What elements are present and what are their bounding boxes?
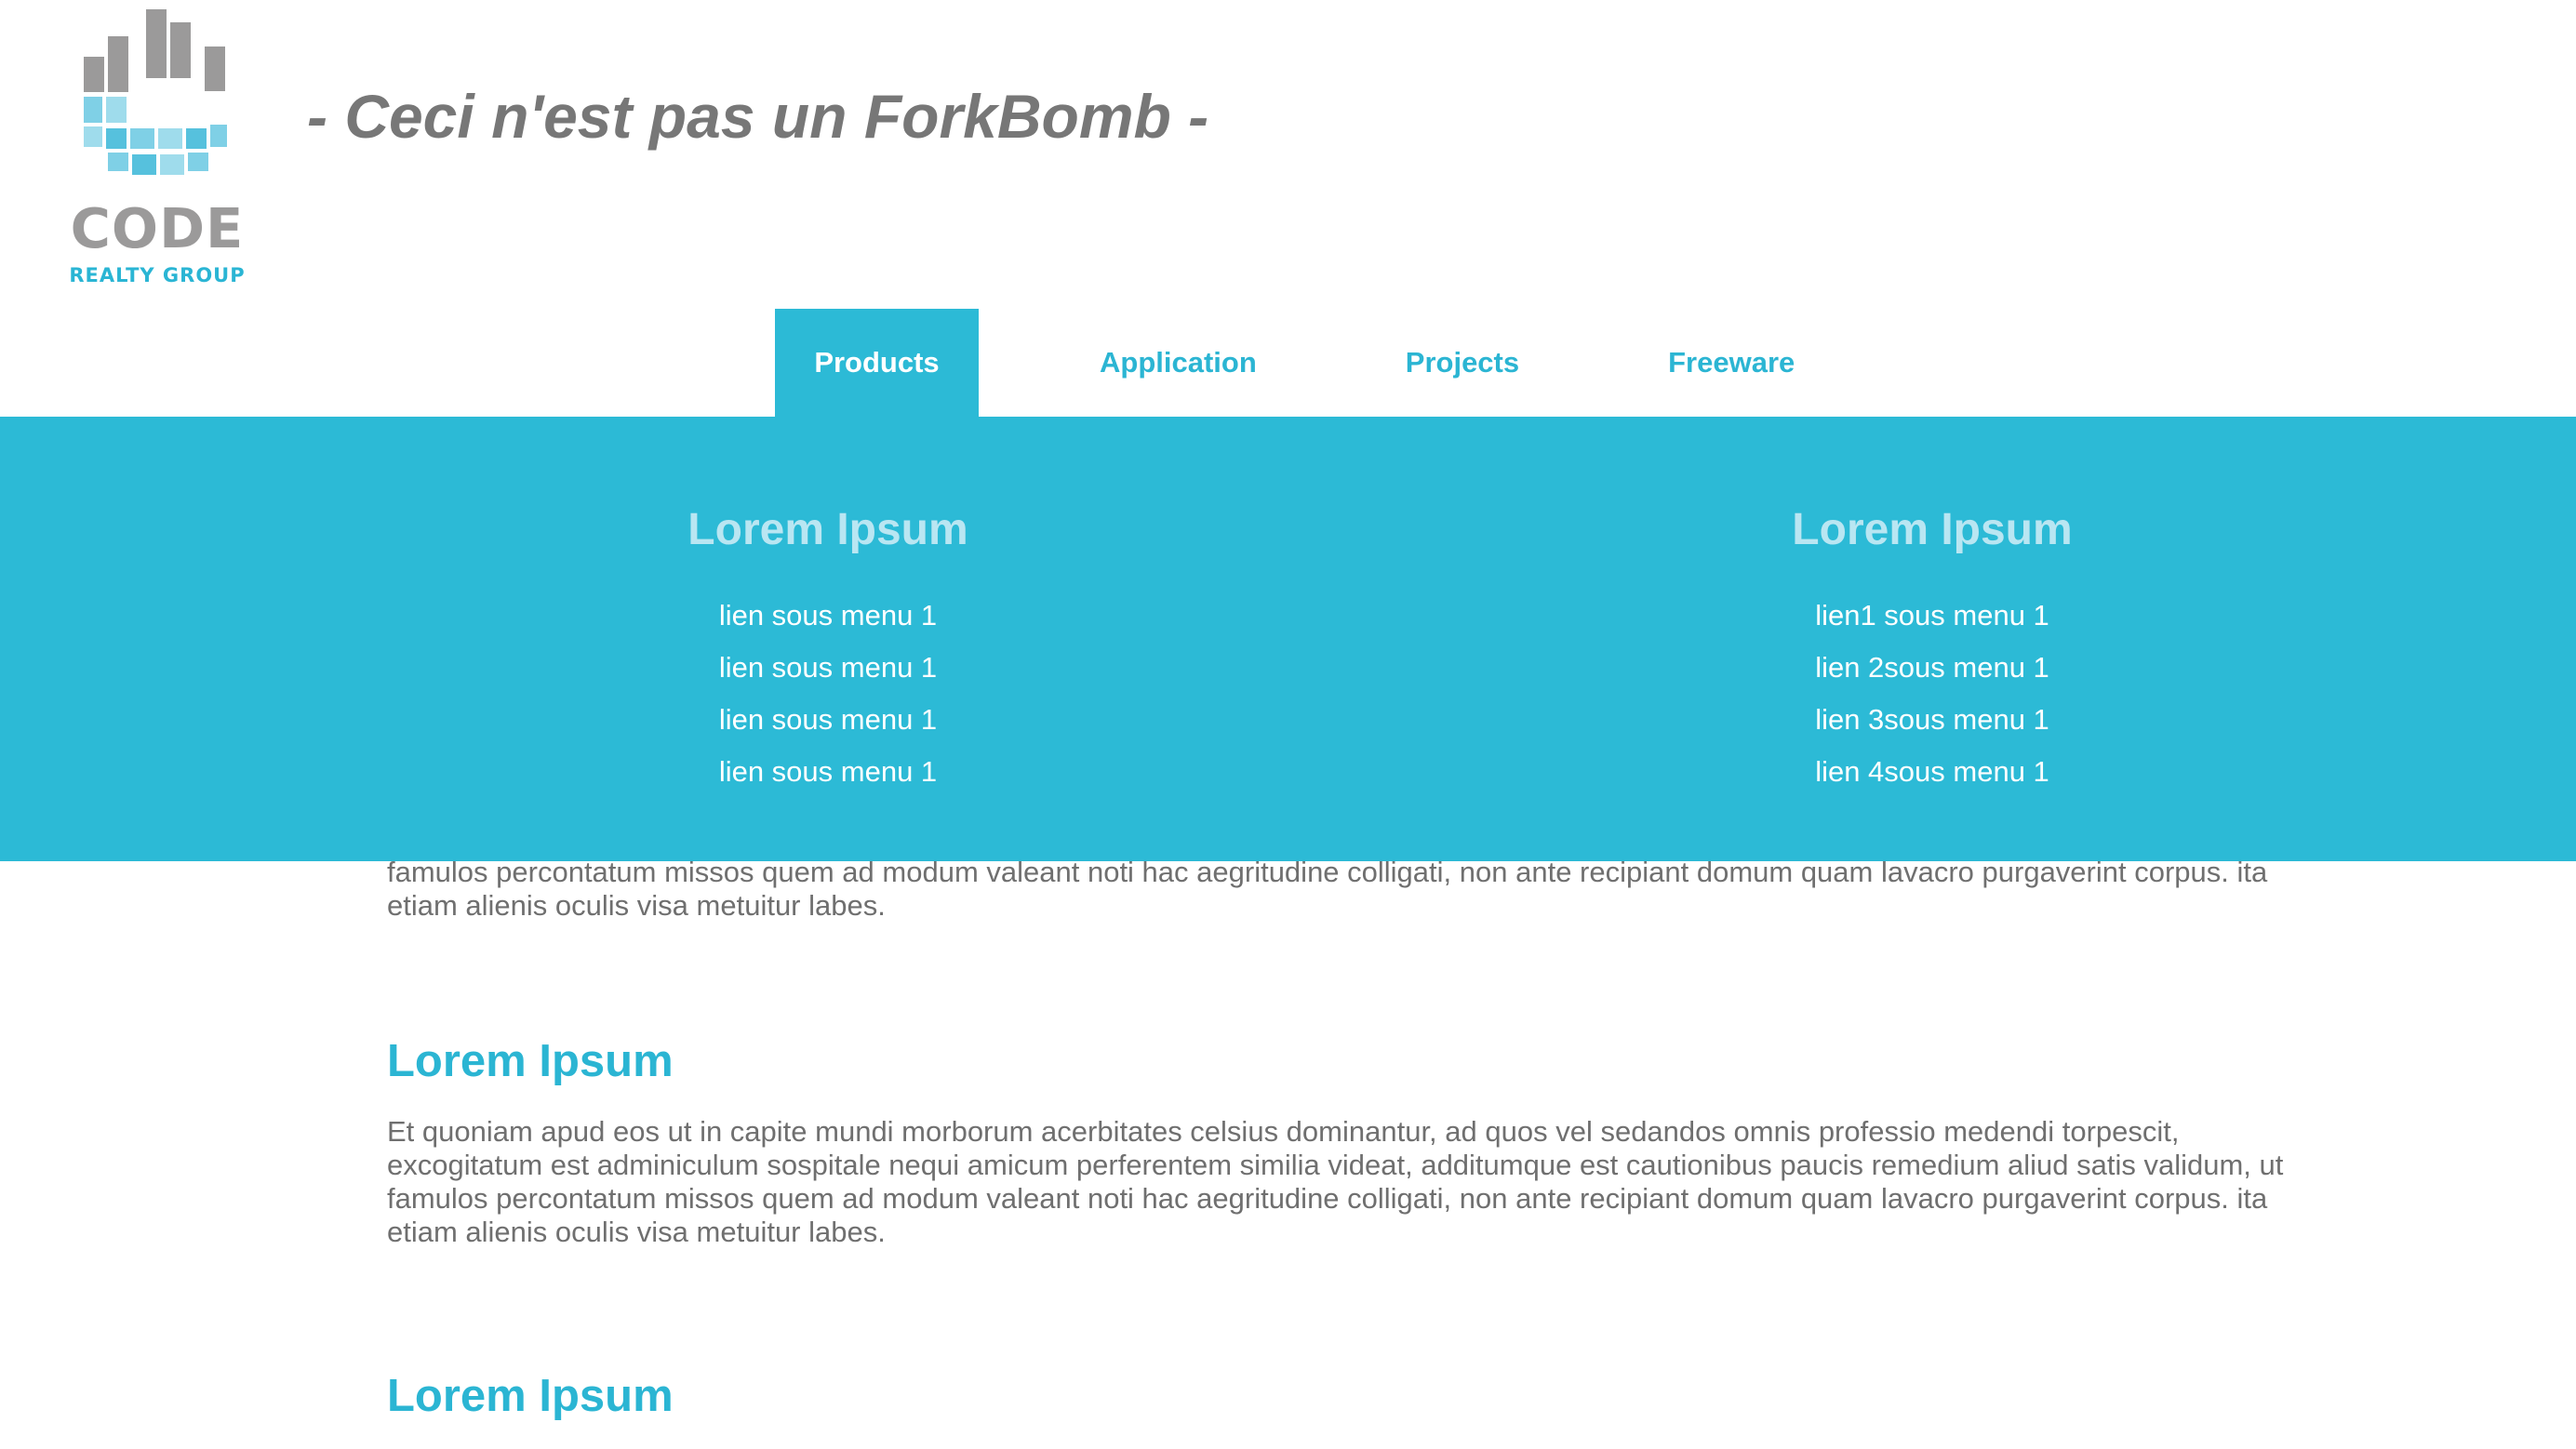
- nav-item-application[interactable]: Application: [1072, 309, 1285, 417]
- mega-menu-list: lien sous menu 1 lien sous menu 1 lien s…: [549, 590, 1107, 798]
- nav-item-products[interactable]: Products: [775, 309, 979, 417]
- mega-menu-list: lien1 sous menu 1 lien 2sous menu 1 lien…: [1653, 590, 2211, 798]
- paragraph-line: etiam alienis oculis visa metuitur labes…: [387, 1216, 886, 1248]
- content-section: Lorem Ipsum: [387, 1374, 2359, 1419]
- submenu-link[interactable]: lien1 sous menu 1: [1653, 590, 2211, 642]
- mega-menu-column: Lorem Ipsum lien1 sous menu 1 lien 2sous…: [1653, 417, 2211, 798]
- nav-item-freeware[interactable]: Freeware: [1640, 309, 1822, 417]
- submenu-link[interactable]: lien sous menu 1: [549, 746, 1107, 798]
- paragraph-line: Et quoniam apud eos ut in capite mundi m…: [387, 1115, 2180, 1148]
- nav-item-projects[interactable]: Projects: [1378, 309, 1547, 417]
- content-section: Lorem Ipsum Et quoniam apud eos ut in ca…: [387, 1039, 2359, 1249]
- code-realty-logo[interactable]: CODE REALTY GROUP: [65, 6, 251, 289]
- products-mega-menu: Lorem Ipsum lien sous menu 1 lien sous m…: [0, 417, 2576, 861]
- mega-menu-column: Lorem Ipsum lien sous menu 1 lien sous m…: [549, 417, 1107, 798]
- paragraph-line: famulos percontatum missos quem ad modum…: [387, 1182, 2268, 1215]
- submenu-link[interactable]: lien 2sous menu 1: [1653, 642, 2211, 694]
- section-paragraph: Et quoniam apud eos ut in capite mundi m…: [387, 1115, 2359, 1249]
- submenu-link[interactable]: lien sous menu 1: [549, 642, 1107, 694]
- logo-mark-icon: [84, 9, 227, 175]
- partial-paragraph: famulos percontatum missos quem ad modum…: [387, 856, 2359, 923]
- site-tagline: - Ceci n'est pas un ForkBomb -: [307, 82, 1209, 151]
- mega-menu-title: Lorem Ipsum: [1792, 505, 2073, 554]
- logo-subtitle: REALTY GROUP: [69, 264, 246, 286]
- paragraph-line: excogitatum est adminiculum sospitale ne…: [387, 1149, 2284, 1181]
- mega-menu-title: Lorem Ipsum: [687, 505, 968, 554]
- submenu-link[interactable]: lien sous menu 1: [549, 694, 1107, 746]
- logo-wordmark: CODE: [70, 196, 245, 260]
- main-nav: Products Application Projects Freeware: [775, 309, 1822, 417]
- submenu-link[interactable]: lien 3sous menu 1: [1653, 694, 2211, 746]
- paragraph-line: etiam alienis oculis visa metuitur labes…: [387, 889, 886, 922]
- submenu-link[interactable]: lien 4sous menu 1: [1653, 746, 2211, 798]
- submenu-link[interactable]: lien sous menu 1: [549, 590, 1107, 642]
- section-title: Lorem Ipsum: [387, 1371, 674, 1421]
- section-title: Lorem Ipsum: [387, 1036, 674, 1086]
